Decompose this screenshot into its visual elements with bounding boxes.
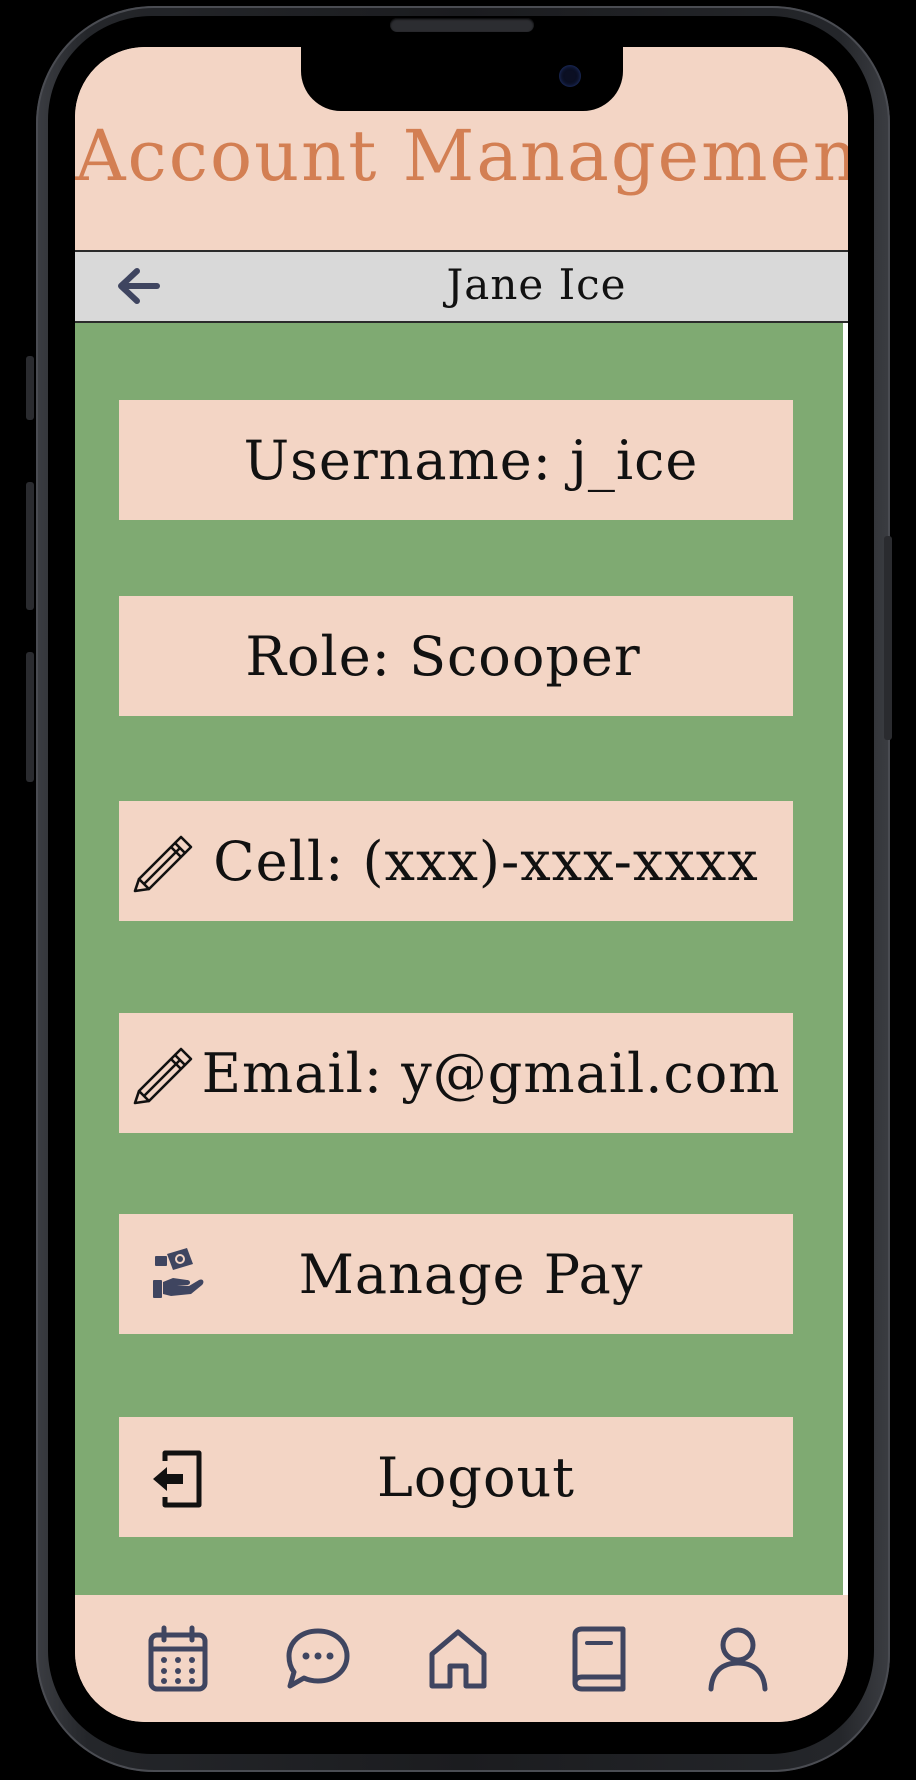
panel-edge <box>843 323 848 1595</box>
front-camera <box>559 65 581 87</box>
cell-label: Cell: (xxx)-xxx-xxxx <box>213 829 759 893</box>
role-label: Role: Scooper <box>245 624 641 688</box>
page-title: Account Management <box>75 115 848 197</box>
home-icon <box>426 1626 490 1696</box>
cell-field[interactable]: Cell: (xxx)-xxx-xxxx <box>119 801 793 921</box>
username-field: Username: j_ice <box>119 400 793 520</box>
nav-calendar[interactable] <box>144 1625 212 1697</box>
account-details-panel: Username: j_ice Role: Scooper Cell: (xxx… <box>75 323 843 1595</box>
back-button[interactable] <box>115 266 161 310</box>
bottom-nav <box>75 1595 848 1722</box>
calendar-icon <box>146 1625 210 1697</box>
email-field[interactable]: Email: y@gmail.com <box>119 1013 793 1133</box>
speaker-grille <box>390 18 534 32</box>
manage-pay-button[interactable]: Manage Pay <box>119 1214 793 1334</box>
role-field: Role: Scooper <box>119 596 793 716</box>
logout-button[interactable]: Logout <box>119 1417 793 1537</box>
pencil-icon[interactable] <box>131 1041 195 1105</box>
chat-icon <box>284 1626 352 1696</box>
user-bar: Jane Ice <box>75 250 848 323</box>
nav-book[interactable] <box>564 1625 632 1697</box>
user-name: Jane Ice <box>446 260 627 309</box>
hand-money-icon <box>149 1244 207 1302</box>
screen: Account Management Jane Ice Username: j_… <box>75 47 848 1722</box>
arrow-left-icon <box>115 266 161 310</box>
logout-icon <box>149 1447 207 1511</box>
volume-down-button <box>26 652 34 782</box>
logout-label: Logout <box>377 1445 575 1509</box>
profile-icon <box>706 1625 770 1697</box>
nav-messages[interactable] <box>284 1627 352 1695</box>
power-button <box>884 536 892 740</box>
email-label: Email: y@gmail.com <box>201 1041 781 1105</box>
mute-switch <box>26 356 34 420</box>
volume-up-button <box>26 482 34 610</box>
pencil-icon[interactable] <box>131 829 195 893</box>
nav-profile[interactable] <box>704 1627 772 1695</box>
book-icon <box>567 1625 629 1697</box>
manage-pay-label: Manage Pay <box>298 1242 644 1306</box>
notch <box>301 47 623 111</box>
nav-home[interactable] <box>424 1627 492 1695</box>
username-label: Username: j_ice <box>243 428 699 492</box>
